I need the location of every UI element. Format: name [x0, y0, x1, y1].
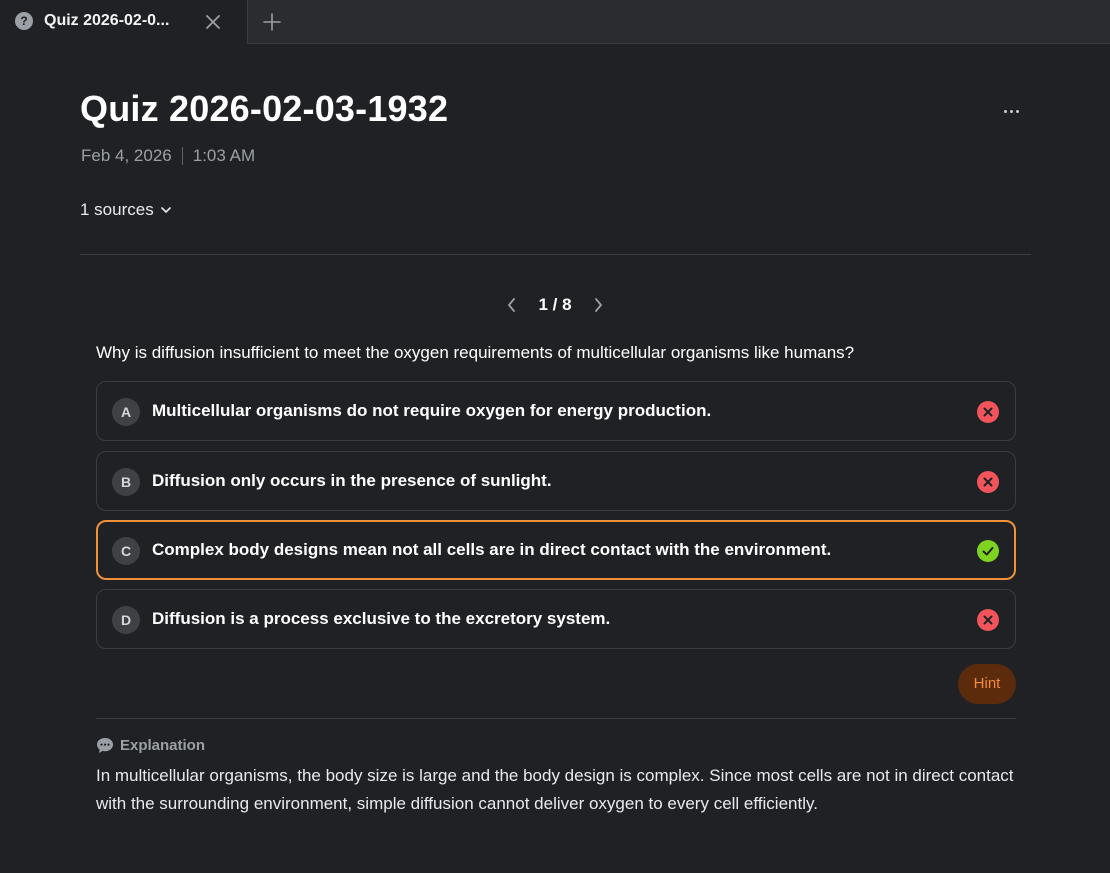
option-letter: C [112, 537, 140, 565]
question-pager: 1 / 8 [505, 293, 605, 317]
hint-button[interactable]: Hint [958, 664, 1016, 704]
tab-quiz[interactable]: ? Quiz 2026-02-0... [0, 0, 248, 44]
option-letter: B [112, 468, 140, 496]
explanation-header: Explanation [96, 737, 205, 754]
option-text: Multicellular organisms do not require o… [152, 401, 712, 420]
incorrect-x-icon [977, 609, 999, 631]
incorrect-x-icon [977, 401, 999, 423]
pager-label: 1 / 8 [538, 295, 572, 314]
page-meta: Feb 4, 2026 1:03 AM [81, 146, 255, 166]
correct-check-icon [977, 540, 999, 562]
answer-option-d[interactable]: D Diffusion is a process exclusive to th… [96, 589, 1016, 649]
option-text: Diffusion only occurs in the presence of… [152, 471, 552, 490]
incorrect-x-icon [977, 471, 999, 493]
chevron-down-icon [160, 207, 171, 213]
meta-divider [181, 147, 183, 165]
divider [80, 254, 1031, 255]
answer-option-c[interactable]: C Complex body designs mean not all cell… [96, 520, 1016, 580]
chevron-right-icon[interactable] [591, 296, 605, 314]
help-bubble-icon: ? [15, 12, 33, 30]
page-date: Feb 4, 2026 [81, 146, 172, 165]
question-text: Why is diffusion insufficient to meet th… [96, 343, 855, 362]
speech-bubble-icon [97, 738, 113, 753]
answer-option-a[interactable]: A Multicellular organisms do not require… [96, 381, 1016, 441]
sources-label: 1 sources [80, 200, 154, 219]
close-icon[interactable] [203, 12, 223, 32]
explanation-title: Explanation [120, 737, 206, 754]
option-letter: D [112, 606, 140, 634]
sources-dropdown[interactable]: 1 sources [80, 200, 172, 220]
page-time: 1:03 AM [192, 146, 256, 165]
more-options-icon[interactable] [998, 100, 1024, 122]
chevron-left-icon[interactable] [505, 296, 519, 314]
answer-option-b[interactable]: B Diffusion only occurs in the presence … [96, 451, 1016, 511]
option-letter: A [112, 398, 140, 426]
tab-title: Quiz 2026-02-0... [44, 12, 170, 29]
tab-bar: ? Quiz 2026-02-0... [0, 0, 1110, 44]
divider [96, 718, 1016, 719]
explanation-text: In multicellular organisms, the body siz… [96, 766, 1014, 813]
new-tab-plus-icon[interactable] [261, 11, 283, 33]
option-text: Diffusion is a process exclusive to the … [152, 609, 611, 628]
page-title: Quiz 2026-02-03-1932 [80, 88, 449, 129]
option-text: Complex body designs mean not all cells … [152, 540, 832, 559]
